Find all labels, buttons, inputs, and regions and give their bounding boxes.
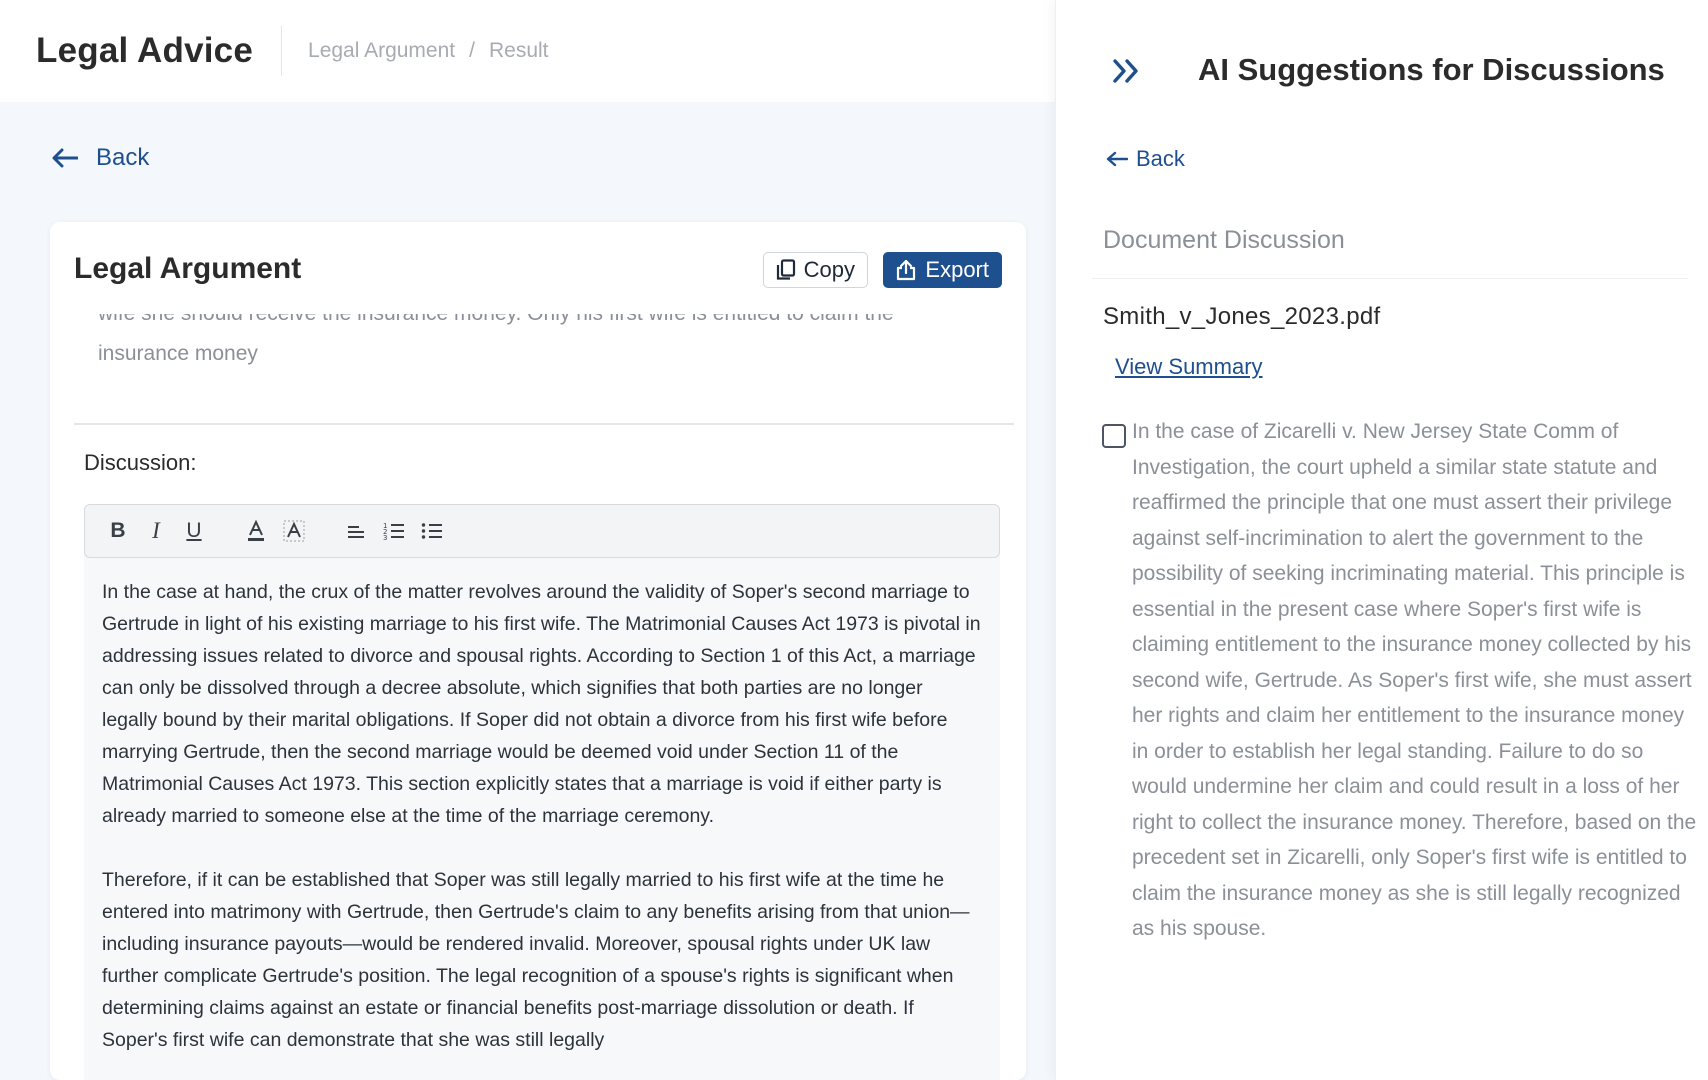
app: Legal Advice Legal Argument / Result Bac…: [0, 0, 1708, 1080]
copy-button[interactable]: Copy: [762, 252, 868, 288]
back-label: Back: [96, 144, 150, 171]
file-name: Smith_v_Jones_2023.pdf: [1103, 303, 1381, 330]
panel-title: AI Suggestions for Discussions: [1198, 52, 1665, 87]
discussion-label: Discussion:: [84, 450, 197, 475]
discussion-editor[interactable]: B I U 123 In the case at hand, the crux …: [84, 504, 1000, 1080]
argument-clipped-line: wife she should receive the insurance mo…: [98, 314, 988, 332]
discussion-paragraph-2: Therefore, if it can be established that…: [102, 869, 970, 1051]
suggestion-checkbox[interactable]: [1102, 424, 1126, 448]
view-summary-link[interactable]: View Summary: [1115, 354, 1263, 380]
legal-argument-card: Legal Argument Copy Export wife sh: [50, 222, 1026, 1080]
section-label: Document Discussion: [1103, 226, 1345, 254]
align-left-icon[interactable]: [341, 516, 371, 546]
card-title: Legal Argument: [74, 252, 302, 285]
discussion-paragraph-1: In the case at hand, the crux of the mat…: [102, 581, 981, 827]
export-label: Export: [925, 257, 989, 282]
argument-tail: insurance money: [98, 342, 258, 365]
share-icon: [897, 259, 916, 281]
font-color-icon[interactable]: [241, 516, 271, 546]
breadcrumb-result[interactable]: Result: [489, 39, 549, 63]
double-chevron-right-icon[interactable]: [1112, 58, 1142, 89]
copy-label: Copy: [803, 257, 855, 282]
ai-suggestions-panel: AI Suggestions for Discussions Back Docu…: [1055, 0, 1708, 1080]
header-divider: [281, 26, 283, 76]
arrow-left-icon: [1106, 151, 1128, 167]
section-divider: [1092, 278, 1688, 279]
svg-text:3: 3: [383, 534, 387, 541]
highlight-icon[interactable]: [279, 516, 309, 546]
suggestion-text: In the case of Zicarelli v. New Jersey S…: [1132, 420, 1697, 940]
underline-icon[interactable]: U: [179, 516, 209, 546]
card-header: Legal Argument Copy Export: [74, 248, 1002, 294]
back-label: Back: [1136, 146, 1185, 171]
breadcrumb-separator: /: [469, 39, 475, 62]
export-button[interactable]: Export: [883, 252, 1002, 288]
editor-toolbar: B I U 123: [84, 504, 1000, 558]
italic-icon[interactable]: I: [141, 516, 171, 546]
breadcrumb-legal-argument[interactable]: Legal Argument: [308, 39, 455, 63]
back-button[interactable]: Back: [1106, 146, 1185, 172]
top-bar: Legal Advice Legal Argument / Result: [0, 0, 1055, 102]
section-divider: [74, 423, 1014, 425]
editor-content[interactable]: In the case at hand, the crux of the mat…: [102, 576, 982, 1080]
ordered-list-icon[interactable]: 123: [379, 516, 409, 546]
argument-clipped-text: wife she should receive the insurance mo…: [98, 314, 894, 325]
breadcrumb: Legal Argument / Result: [308, 39, 548, 63]
bold-icon[interactable]: B: [103, 516, 133, 546]
back-button[interactable]: Back: [52, 144, 149, 172]
legal-advice-panel: Legal Advice Legal Argument / Result Bac…: [0, 0, 1055, 1080]
arrow-left-icon: [52, 148, 78, 168]
copy-icon: [776, 259, 795, 280]
bullet-list-icon[interactable]: [417, 516, 447, 546]
app-title: Legal Advice: [36, 31, 254, 70]
